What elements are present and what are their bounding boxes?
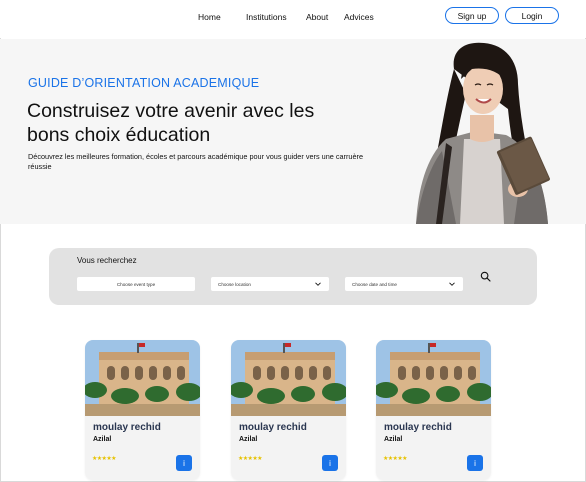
- rating-stars: ★★★★★: [92, 456, 117, 462]
- nav-about-link[interactable]: About: [306, 12, 328, 22]
- rating-stars: ★★★★★: [238, 456, 263, 462]
- institution-card[interactable]: moulay rechid Azilal ★★★★★ i: [231, 340, 346, 480]
- login-button[interactable]: Login: [505, 7, 559, 24]
- date-select[interactable]: Choose date and time: [345, 277, 463, 291]
- hero-section: GUIDE D’ORIENTATION ACADEMIQUE Construis…: [0, 39, 586, 224]
- search-icon[interactable]: [480, 271, 491, 282]
- institution-building-image: [376, 340, 491, 416]
- hero-description: Découvrez les meilleures formation, écol…: [28, 152, 364, 171]
- search-title: Vous recherchez: [77, 256, 137, 265]
- info-button[interactable]: i: [467, 455, 483, 471]
- chevron-down-icon: [315, 282, 321, 286]
- institution-name: moulay rechid: [384, 422, 452, 433]
- institution-building-image: [231, 340, 346, 416]
- institution-location: Azilal: [93, 436, 112, 443]
- institution-location: Azilal: [384, 436, 403, 443]
- event-type-placeholder: Choose event type: [116, 281, 156, 287]
- institution-name: moulay rechid: [239, 422, 307, 433]
- institution-card[interactable]: moulay rechid Azilal ★★★★★ i: [376, 340, 491, 480]
- nav-home-link[interactable]: Home: [198, 12, 221, 22]
- location-select[interactable]: Choose location: [211, 277, 329, 291]
- nav-advices-link[interactable]: Advices: [344, 12, 374, 22]
- hero-title: Construisez votre avenir avec les bons c…: [27, 100, 315, 146]
- hero-eyebrow: GUIDE D’ORIENTATION ACADEMIQUE: [28, 76, 260, 90]
- institution-building-image: [85, 340, 200, 416]
- search-panel: Vous recherchez Choose event type Choose…: [49, 248, 537, 305]
- signup-button[interactable]: Sign up: [445, 7, 499, 24]
- location-placeholder: Choose location: [218, 281, 251, 287]
- event-type-select[interactable]: Choose event type: [77, 277, 195, 291]
- rating-stars: ★★★★★: [383, 456, 408, 462]
- hero-student-photo: [416, 42, 550, 224]
- chevron-down-icon: [449, 282, 455, 286]
- info-button[interactable]: i: [176, 455, 192, 471]
- info-button[interactable]: i: [322, 455, 338, 471]
- date-placeholder: Choose date and time: [352, 281, 397, 287]
- nav-institutions-link[interactable]: Institutions: [246, 12, 287, 22]
- institution-name: moulay rechid: [93, 422, 161, 433]
- top-navbar: Home Institutions About Advices Sign up …: [0, 0, 586, 38]
- institution-location: Azilal: [239, 436, 258, 443]
- institution-card[interactable]: moulay rechid Azilal ★★★★★ i: [85, 340, 200, 480]
